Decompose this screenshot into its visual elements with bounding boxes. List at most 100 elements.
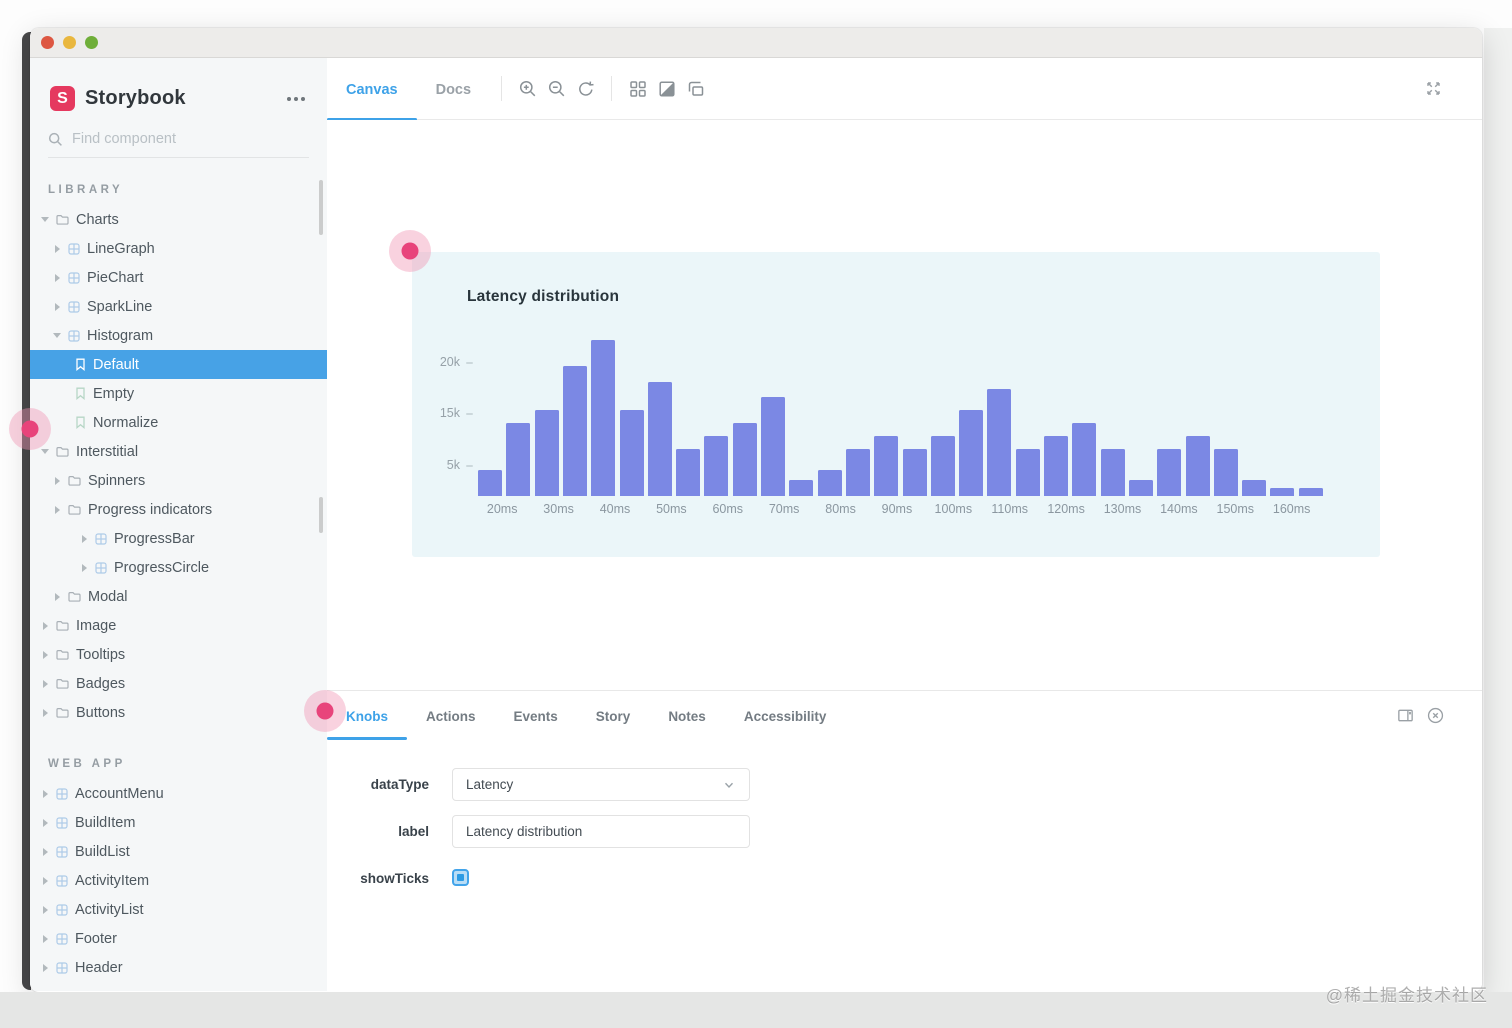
sidebar-item-accountmenu[interactable]: AccountMenu	[30, 779, 327, 808]
histogram-bar	[874, 436, 899, 496]
sidebar-item-label: Progress indicators	[88, 501, 213, 518]
chevron-right-icon[interactable]	[52, 476, 62, 485]
fullscreen-icon[interactable]	[1419, 73, 1448, 105]
sidebar-scrollbar-thumb[interactable]	[319, 497, 323, 533]
chart-title: Latency distribution	[467, 288, 620, 305]
component-icon	[95, 532, 107, 545]
sidebar-item-label: Empty	[93, 385, 135, 402]
sidebar-item-activitylist[interactable]: ActivityList	[30, 895, 327, 924]
sidebar-item-progresscircle[interactable]: ProgressCircle	[30, 553, 327, 582]
ellipsis-icon[interactable]	[285, 91, 307, 107]
chevron-right-icon[interactable]	[79, 534, 89, 543]
chevron-right-icon[interactable]	[40, 789, 50, 798]
chevron-down-icon[interactable]	[40, 217, 50, 222]
zoom-in-icon[interactable]	[513, 73, 542, 105]
search-input[interactable]: Find component	[48, 131, 309, 158]
sidebar-item-image[interactable]: Image	[30, 611, 327, 640]
showticks-checkbox[interactable]	[452, 869, 469, 886]
addon-tab-notes[interactable]: Notes	[649, 691, 725, 740]
grid-icon[interactable]	[623, 73, 652, 105]
sidebar-item-charts[interactable]: Charts	[30, 205, 327, 234]
chevron-right-icon[interactable]	[40, 818, 50, 827]
sidebar-item-linegraph[interactable]: LineGraph	[30, 234, 327, 263]
sidebar-scrollbar-thumb[interactable]	[319, 180, 323, 235]
chevron-right-icon[interactable]	[40, 847, 50, 856]
chevron-down-icon[interactable]	[52, 333, 62, 338]
addon-tab-actions[interactable]: Actions	[407, 691, 495, 740]
section-header-library: LIBRARY	[48, 184, 124, 196]
sidebar-item-header[interactable]: Header	[30, 953, 327, 982]
component-icon	[56, 845, 68, 858]
sidebar-item-badges[interactable]: Badges	[30, 669, 327, 698]
sidebar-item-buttons[interactable]: Buttons	[30, 698, 327, 727]
sidebar-item-modal[interactable]: Modal	[30, 582, 327, 611]
viewport-icon[interactable]	[681, 73, 710, 105]
chevron-right-icon[interactable]	[40, 905, 50, 914]
sidebar-item-progressbar[interactable]: ProgressBar	[30, 524, 327, 553]
sidebar-item-buildlist[interactable]: BuildList	[30, 837, 327, 866]
chevron-right-icon[interactable]	[52, 505, 62, 514]
addon-tab-accessibility[interactable]: Accessibility	[725, 691, 846, 740]
sidebar-item-default[interactable]: Default	[30, 350, 327, 379]
sidebar-item-tooltips[interactable]: Tooltips	[30, 640, 327, 669]
sidebar-item-normalize[interactable]: Normalize	[30, 408, 327, 437]
tab-docs[interactable]: Docs	[417, 58, 490, 120]
chevron-right-icon[interactable]	[52, 244, 62, 253]
sidebar-item-sparkline[interactable]: SparkLine	[30, 292, 327, 321]
hotspot-marker[interactable]	[9, 408, 51, 450]
split-panel-icon[interactable]	[1390, 691, 1420, 740]
zoom-window-button[interactable]	[85, 36, 98, 49]
sidebar-item-piechart[interactable]: PieChart	[30, 263, 327, 292]
sidebar-item-histogram[interactable]: Histogram	[30, 321, 327, 350]
x-tick-label: 160ms	[1272, 502, 1311, 516]
minimize-window-button[interactable]	[63, 36, 76, 49]
x-tick-label: 30ms	[543, 502, 574, 516]
chevron-right-icon[interactable]	[52, 273, 62, 282]
component-icon	[95, 561, 107, 574]
chevron-down-icon[interactable]	[40, 449, 50, 454]
addon-tab-events[interactable]: Events	[495, 691, 577, 740]
histogram-bar	[562, 366, 587, 496]
sidebar-item-label: BuildList	[75, 843, 130, 860]
histogram-bar	[619, 410, 644, 496]
hotspot-marker[interactable]	[304, 690, 346, 732]
chevron-right-icon[interactable]	[52, 302, 62, 311]
sidebar-item-footer[interactable]: Footer	[30, 924, 327, 953]
chevron-right-icon[interactable]	[52, 592, 62, 601]
sidebar-item-builditem[interactable]: BuildItem	[30, 808, 327, 837]
sidebar-item-spinners[interactable]: Spinners	[30, 466, 327, 495]
close-window-button[interactable]	[41, 36, 54, 49]
addon-tab-story[interactable]: Story	[577, 691, 650, 740]
zoom-out-icon[interactable]	[542, 73, 571, 105]
zoom-reset-icon[interactable]	[571, 73, 600, 105]
hotspot-marker[interactable]	[389, 230, 431, 272]
tab-canvas[interactable]: Canvas	[327, 58, 417, 121]
contrast-icon[interactable]	[652, 73, 681, 105]
app-title: Storybook	[85, 87, 186, 109]
chevron-right-icon[interactable]	[40, 876, 50, 885]
chevron-right-icon[interactable]	[40, 621, 50, 630]
component-icon	[56, 961, 68, 974]
x-tick-label: 70ms	[768, 502, 800, 516]
chevron-right-icon[interactable]	[40, 708, 50, 717]
histogram-bar	[1242, 480, 1267, 496]
sidebar-item-interstitial[interactable]: Interstitial	[30, 437, 327, 466]
page-right-margin	[1484, 28, 1512, 992]
chevron-right-icon[interactable]	[40, 934, 50, 943]
sidebar-item-activityitem[interactable]: ActivityItem	[30, 866, 327, 895]
x-tick-label: 140ms	[1160, 502, 1198, 516]
sidebar-item-label: Default	[93, 356, 139, 373]
knob-label: dataType	[370, 777, 429, 792]
close-panel-icon[interactable]	[1420, 691, 1450, 740]
chevron-right-icon[interactable]	[40, 679, 50, 688]
chevron-right-icon[interactable]	[40, 963, 50, 972]
chevron-right-icon[interactable]	[40, 650, 50, 659]
datatype-select[interactable]: Latency	[452, 768, 750, 801]
sidebar-item-progress-indicators[interactable]: Progress indicators	[30, 495, 327, 524]
sidebar-item-empty[interactable]: Empty	[30, 379, 327, 408]
y-tick-mark	[466, 465, 473, 467]
histogram-bar	[1157, 449, 1182, 496]
sidebar-item-label: Interstitial	[76, 443, 139, 460]
chevron-right-icon[interactable]	[79, 563, 89, 572]
label-input[interactable]	[466, 824, 736, 839]
